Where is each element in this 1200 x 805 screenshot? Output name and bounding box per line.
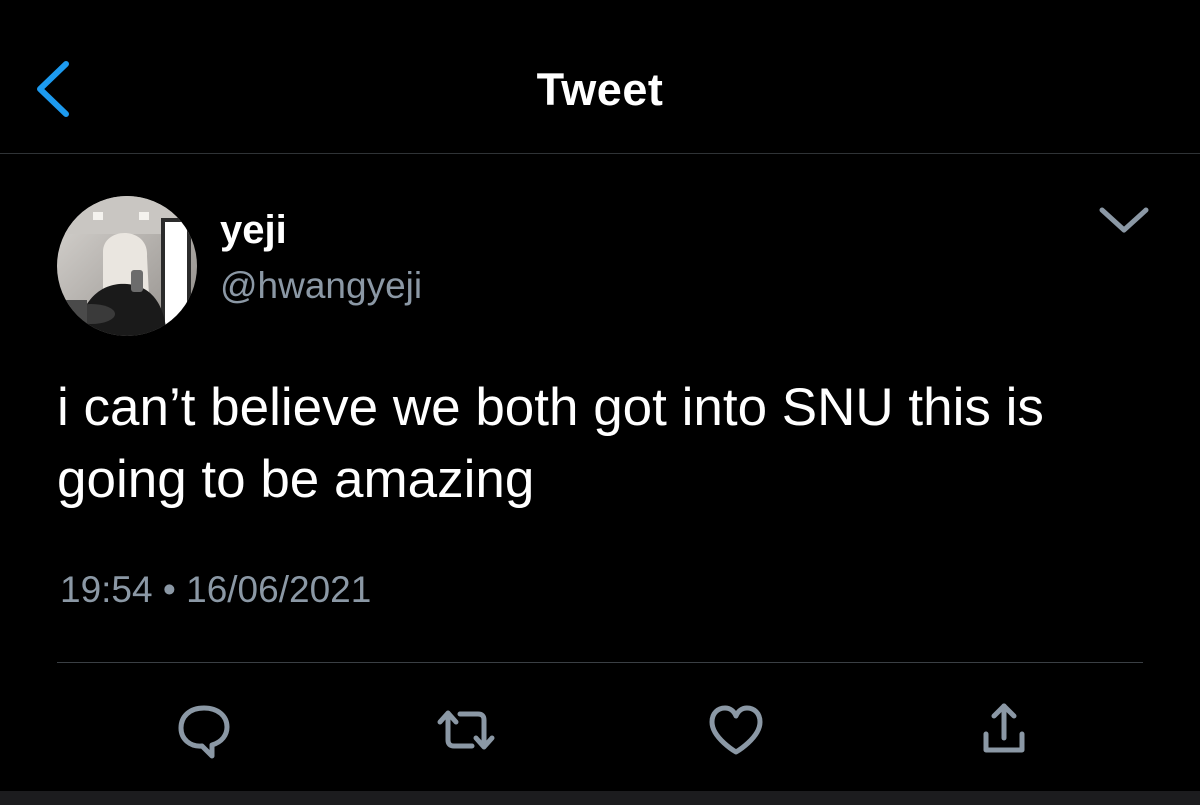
display-name[interactable]: yeji — [220, 206, 287, 254]
meta-separator: • — [162, 569, 176, 610]
tweet-meta: 19:54 • 16/06/2021 — [60, 566, 371, 614]
share-icon — [983, 703, 1025, 753]
tweet-date: 16/06/2021 — [186, 569, 372, 610]
profile-photo — [57, 196, 197, 336]
content-divider — [57, 662, 1143, 663]
navigation-bar: Tweet — [0, 0, 1200, 154]
share-button[interactable] — [964, 690, 1044, 770]
page-title: Tweet — [536, 64, 664, 115]
username-handle[interactable]: @hwangyeji — [220, 264, 422, 308]
bottom-edge — [0, 791, 1200, 805]
tweet-time: 19:54 — [60, 569, 153, 610]
retweet-button[interactable] — [426, 690, 506, 770]
tweet-text: i can’t believe we both got into SNU thi… — [57, 378, 1044, 509]
reply-icon — [178, 705, 230, 759]
reply-button[interactable] — [164, 690, 244, 770]
header-divider — [0, 153, 1200, 154]
heart-icon — [709, 705, 763, 755]
chevron-down-icon — [1099, 207, 1149, 233]
more-options-button[interactable] — [1092, 196, 1156, 248]
avatar[interactable] — [57, 196, 197, 336]
like-button[interactable] — [696, 690, 776, 770]
retweet-icon — [437, 710, 495, 750]
